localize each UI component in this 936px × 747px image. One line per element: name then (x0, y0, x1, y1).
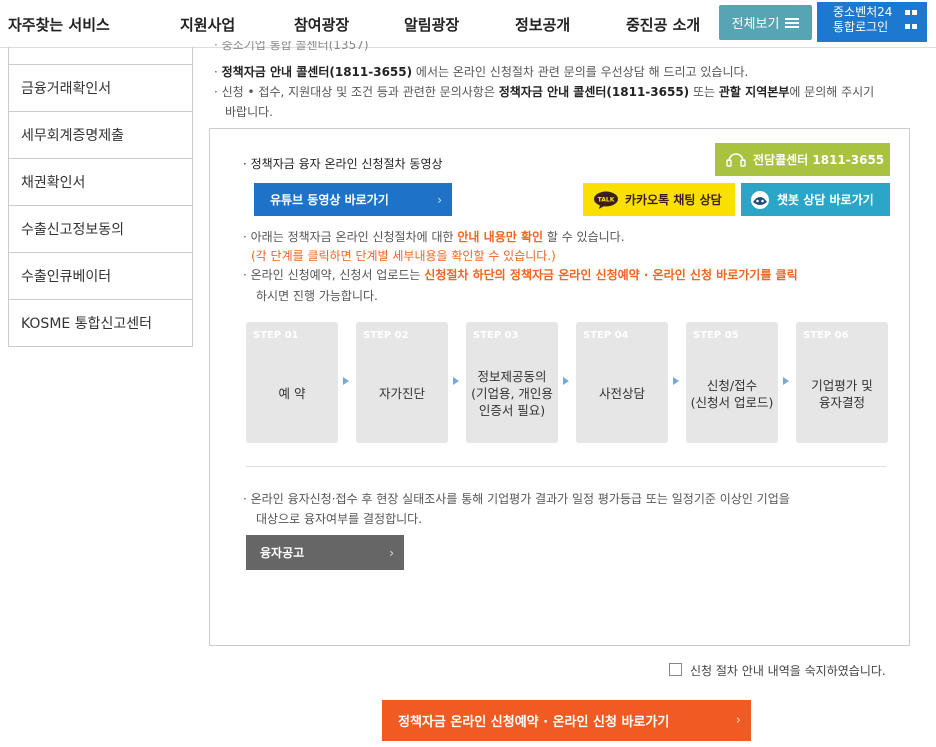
arrow-right-icon (453, 377, 459, 385)
nav-item-frequent-services[interactable]: 자주찾는 서비스 (8, 14, 110, 35)
nav-item-participation[interactable]: 참여광장 (294, 14, 349, 35)
chatbot-label: 챗봇 상담 바로가기 (777, 193, 874, 207)
arrow-right-icon (563, 377, 569, 385)
arrow-right-icon (343, 377, 349, 385)
online-apply-label: 정책자금 온라인 신청예약 · 온라인 신청 바로가기 (398, 715, 670, 730)
consent-checkbox[interactable] (669, 663, 682, 676)
callcenter-button[interactable]: 전담콜센터 1811-3655 (715, 143, 890, 176)
step-number: STEP 04 (583, 330, 629, 341)
step-05-application[interactable]: STEP 05 신청/접수 (신청서 업로드) (686, 322, 778, 443)
note-line-3: 바랍니다. (225, 105, 273, 119)
note-callcenter-bold-2: 정책자금 안내 콜센터(1811-3655) (498, 85, 690, 99)
sidebar-item-financial-transaction[interactable]: 금융거래확인서 (9, 65, 192, 112)
step-number: STEP 03 (473, 330, 519, 341)
chevron-right-icon: › (735, 713, 741, 728)
note-line-2-c: 에 문의해 주시기 (789, 85, 875, 99)
step-06-evaluation[interactable]: STEP 06 기업평가 및 융자결정 (796, 322, 888, 443)
note-cut-line-text: · 중소기업 통합 콜센터(1357) (214, 41, 369, 52)
sidebar-top-edge (8, 47, 193, 64)
note-line-1: · 정책자금 안내 콜센터(1811-3655) 에서는 온라인 신청절차 관련… (214, 65, 749, 79)
sidebar: 금융거래확인서 세무회계증명제출 채권확인서 수출신고정보동의 수출인큐베이터 … (8, 64, 193, 347)
loan-notice-label: 융자공고 (260, 546, 305, 560)
all-menu-button[interactable]: 전체보기 (719, 5, 812, 40)
youtube-video-label: 유튜브 동영상 바로가기 (270, 193, 389, 207)
note-regional-office-bold: 관할 지역본부 (718, 85, 790, 99)
step-number: STEP 06 (803, 330, 849, 341)
youtube-video-button[interactable]: 유튜브 동영상 바로가기 › (254, 183, 452, 216)
sidebar-item-bond-confirmation[interactable]: 채권확인서 (9, 159, 192, 206)
info-line-1: · 아래는 정책자금 온라인 신청절차에 대한 안내 내용만 확인 할 수 있습… (243, 228, 625, 245)
note-line-1-rest: 에서는 온라인 신청절차 관련 문의를 우선상담 해 드리고 있습니다. (412, 65, 749, 79)
step-label: 정보제공동의 (기업용, 개인용 인증서 필요) (471, 369, 553, 418)
bottom-info-line-2: 대상으로 융자여부를 결정합니다. (256, 512, 423, 526)
arrow-right-icon (673, 377, 679, 385)
step-number: STEP 05 (693, 330, 739, 341)
note-callcenter-bold: 정책자금 안내 콜센터(1811-3655) (221, 65, 413, 79)
step-label: 자가진단 (378, 386, 425, 401)
step-number: STEP 01 (253, 330, 299, 341)
step-04-pre-consultation[interactable]: STEP 04 사전상담 (576, 322, 668, 443)
chatbot-icon (751, 190, 769, 209)
sidebar-item-export-info-consent[interactable]: 수출신고정보동의 (9, 206, 192, 253)
kakao-chat-button[interactable]: TALK 카카오톡 채팅 상담 (583, 183, 735, 216)
sidebar-item-tax-accounting[interactable]: 세무회계증명제출 (9, 112, 192, 159)
info-line-4: 하시면 진행 가능합니다. (256, 289, 378, 303)
online-apply-button[interactable]: 정책자금 온라인 신청예약 · 온라인 신청 바로가기 › (382, 700, 751, 741)
chevron-right-icon: › (437, 192, 442, 207)
step-label: 예 약 (278, 386, 306, 401)
info-line-3-highlight: 신청절차 하단의 정책자금 온라인 신청예약 · 온라인 신청 바로가기를 클릭 (424, 268, 798, 282)
integrated-login-button[interactable]: 중소벤처24 통합로그인 (817, 2, 927, 42)
chatbot-button[interactable]: 챗봇 상담 바로가기 (741, 183, 890, 216)
note-line-2: · 신청 • 접수, 지원대상 및 조건 등과 관련한 문의사항은 정책자금 안… (214, 83, 874, 100)
nav-item-support-programs[interactable]: 지원사업 (180, 14, 235, 35)
info-line-2: (각 단계를 클릭하면 단계별 세부내용을 확인할 수 있습니다.) (251, 249, 556, 263)
loan-notice-button[interactable]: 융자공고 › (246, 535, 404, 570)
kakao-talk-icon: TALK (594, 191, 618, 209)
info-line-1-b: 할 수 있습니다. (543, 230, 625, 244)
info-line-3: · 온라인 신청예약, 신청서 업로드는 신청절차 하단의 정책자금 온라인 신… (243, 266, 798, 283)
bottom-info-line-1: · 온라인 융자신청·접수 후 현장 실태조사를 통해 기업평가 결과가 일정 … (243, 492, 790, 506)
nav-item-about-kosme[interactable]: 중진공 소개 (626, 14, 700, 35)
sidebar-item-kosme-report-center[interactable]: KOSME 통합신고센터 (9, 300, 192, 347)
sidebar-item-export-incubator[interactable]: 수출인큐베이터 (9, 253, 192, 300)
hamburger-icon (785, 17, 800, 28)
note-cut-line: · 중소기업 통합 콜센터(1357) (214, 41, 369, 53)
kakao-chat-label: 카카오톡 채팅 상담 (625, 193, 722, 207)
step-01-reservation[interactable]: STEP 01 예 약 (246, 322, 338, 443)
divider (246, 466, 886, 467)
callcenter-label: 전담콜센터 1811-3655 (753, 153, 885, 167)
all-menu-label: 전체보기 (731, 17, 780, 32)
step-03-info-consent[interactable]: STEP 03 정보제공동의 (기업용, 개인용 인증서 필요) (466, 322, 558, 443)
step-label: 신청/접수 (신청서 업로드) (690, 377, 774, 410)
video-section-title: · 정책자금 융자 온라인 신청절차 동영상 (243, 157, 443, 171)
consent-label: 신청 절차 안내 내역을 숙지하였습니다. (690, 664, 886, 678)
arrow-right-icon (783, 377, 789, 385)
step-number: STEP 02 (363, 330, 409, 341)
nav-item-notices[interactable]: 알림광장 (404, 14, 459, 35)
info-line-1-a: · 아래는 정책자금 온라인 신청절차에 대한 (243, 230, 458, 244)
note-line-2-a: · 신청 • 접수, 지원대상 및 조건 등과 관련한 문의사항은 (214, 85, 499, 99)
top-navigation: 자주찾는 서비스 지원사업 참여광장 알림광장 정보공개 중진공 소개 전체보기… (0, 0, 936, 48)
nav-item-information-disclosure[interactable]: 정보공개 (515, 14, 570, 35)
info-line-3-a: · 온라인 신청예약, 신청서 업로드는 (243, 268, 425, 282)
note-line-2-b: 또는 (689, 85, 719, 99)
svg-text:TALK: TALK (598, 196, 615, 203)
step-label: 사전상담 (598, 386, 645, 401)
step-02-self-diagnosis[interactable]: STEP 02 자가진단 (356, 322, 448, 443)
headset-icon (726, 152, 746, 167)
grid-icon (905, 10, 919, 15)
step-label: 기업평가 및 융자결정 (811, 377, 873, 410)
chevron-right-icon: › (389, 545, 394, 560)
info-line-1-highlight: 안내 내용만 확인 (457, 230, 544, 244)
grid-icon (905, 24, 919, 29)
